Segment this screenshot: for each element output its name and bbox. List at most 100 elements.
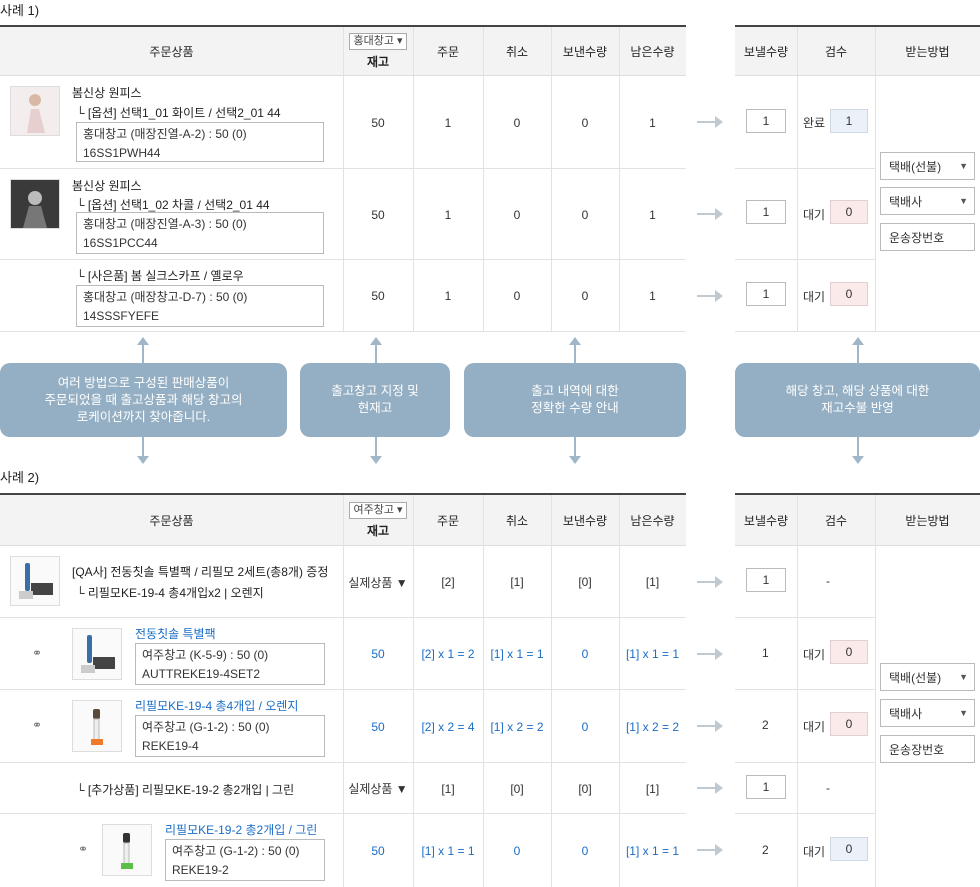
- hdr-remain: 남은수량: [630, 514, 675, 528]
- cancel-value: 0: [513, 289, 521, 303]
- product-thumbnail[interactable]: [102, 824, 152, 876]
- send-qty-input[interactable]: 1: [746, 109, 786, 133]
- location-text: 여주창고 (G-1-2) : 50 (0): [142, 720, 270, 734]
- link-icon: ⚭: [78, 842, 89, 856]
- courier-select[interactable]: 택배사 ▼: [880, 699, 975, 727]
- warehouse-select[interactable]: 여주창고 ▾: [349, 502, 407, 519]
- inspect-count[interactable]: 1: [830, 109, 868, 133]
- hdr-inspect: 검수: [824, 514, 848, 528]
- product-thumbnail[interactable]: [72, 628, 122, 680]
- hdr-order: 주문: [436, 514, 460, 528]
- sku-text: AUTTREKE19-4SET2: [142, 667, 261, 681]
- remain-value: [1]: [645, 575, 660, 589]
- inspect-status: 대기: [803, 720, 826, 734]
- link-icon: ⚭: [32, 646, 43, 660]
- t2-row: ⚭ 리필모KE-19-4 총4개입 / 오렌지 여주창고 (G-1-2) : 5…: [0, 690, 686, 763]
- order-value: 1: [444, 115, 452, 130]
- shipping-method-select[interactable]: 택배(선불) ▼: [880, 663, 975, 691]
- inspect-status: 완료: [803, 116, 826, 130]
- product-option: └ [옵션] 선택1_02 차콜 / 선택2_01 44: [76, 198, 270, 212]
- remain-value: [1] x 2 = 2: [625, 719, 680, 734]
- sku-text: 14SSSFYEFE: [83, 309, 160, 323]
- inspect-count[interactable]: 0: [830, 712, 868, 736]
- courier-value: 택배사: [889, 706, 923, 721]
- product-title: 봄신상 원피스: [72, 86, 142, 100]
- shipping-method-select[interactable]: 택배(선불) ▼: [880, 152, 975, 180]
- warehouse-select[interactable]: 홍대창고 ▾: [349, 33, 407, 50]
- location-box: 홍대창고 (매장진열-A-3) : 50 (0) 16SS1PCC44: [76, 212, 324, 254]
- caret-down-icon: ▼: [959, 161, 968, 171]
- stock-value[interactable]: 50: [343, 618, 413, 690]
- location-text: 홍대창고 (매장창고-D-7) : 50 (0): [83, 290, 248, 304]
- location-box: 여주창고 (K-5-9) : 50 (0) AUTTREKE19-4SET2: [135, 643, 325, 685]
- send-qty-input[interactable]: 1: [746, 282, 786, 306]
- t2-header-right: 보낼수량 검수 받는방법: [735, 495, 980, 546]
- t2-row: └ [추가상품] 리필모KE-19-2 총2개입 | 그린 실제상품 ▼ [1]…: [0, 763, 686, 814]
- sent-value: [0]: [578, 575, 592, 589]
- hdr-send-qty: 보낼수량: [743, 514, 789, 528]
- t1-row: 봄신상 원피스 └ [옵션] 선택1_02 차콜 / 선택2_01 44 홍대창…: [0, 169, 686, 260]
- product-title-link[interactable]: 리필모KE-19-4 총4개입 / 오렌지: [135, 697, 298, 714]
- info-box-warehouse: 출고창고 지정 및 현재고: [300, 363, 450, 437]
- hdr-inspect: 검수: [824, 45, 848, 59]
- stock-type-select[interactable]: 실제상품 ▼: [343, 763, 413, 814]
- sent-value: 0: [581, 843, 589, 858]
- inspect-count[interactable]: 0: [830, 282, 868, 306]
- remain-value: 1: [649, 115, 656, 130]
- cancel-value: 0: [513, 843, 521, 858]
- send-qty-value: 1: [762, 646, 769, 660]
- location-text: 여주창고 (K-5-9) : 50 (0): [142, 648, 269, 662]
- sku-text: 16SS1PWH44: [83, 146, 161, 160]
- product-thumbnail[interactable]: [10, 86, 60, 136]
- hdr-method: 받는방법: [905, 514, 950, 528]
- sku-text: REKE19-4: [142, 739, 199, 753]
- arrow-down-icon: [569, 456, 581, 464]
- send-qty-input[interactable]: 1: [746, 775, 786, 799]
- arrow-right-icon: [697, 576, 723, 588]
- shipping-method-value: 택배(선불): [889, 159, 942, 174]
- t2-row: ⚭ 전동칫솔 특별팩 여주창고 (K-5-9) : 50 (0) AUTTREK…: [0, 618, 686, 690]
- send-qty-input[interactable]: 1: [746, 200, 786, 224]
- product-title-link[interactable]: 리필모KE-19-2 총2개입 / 그린: [165, 821, 317, 838]
- link-icon: ⚭: [32, 718, 43, 732]
- cancel-value: [1]: [510, 575, 524, 589]
- sku-text: REKE19-2: [172, 863, 229, 877]
- inspect-count[interactable]: 0: [830, 200, 868, 224]
- hdr-cancel: 취소: [505, 45, 529, 59]
- stock-value: 50: [371, 289, 385, 303]
- section2-label: 사례 2): [0, 470, 40, 485]
- tracking-number-input[interactable]: 운송장번호: [880, 223, 975, 251]
- order-value: 1: [444, 207, 452, 222]
- inspect-count[interactable]: 0: [830, 837, 868, 861]
- hdr-stock: 재고: [366, 55, 390, 69]
- hdr-method: 받는방법: [905, 45, 950, 59]
- hdr-order: 주문: [436, 45, 460, 59]
- stock-value[interactable]: 50: [343, 690, 413, 763]
- location-box: 여주창고 (G-1-2) : 50 (0) REKE19-4: [135, 715, 325, 757]
- send-qty-input[interactable]: 1: [746, 568, 786, 592]
- remain-value: 1: [649, 289, 656, 303]
- cancel-value: 0: [513, 207, 521, 222]
- product-option: └ 리필모KE-19-4 총4개입x2 | 오렌지: [76, 586, 264, 600]
- section1-label: 사례 1): [0, 3, 40, 18]
- tracking-number-input[interactable]: 운송장번호: [880, 735, 975, 763]
- t1-row: 봄신상 원피스 └ [옵션] 선택1_01 화이트 / 선택2_01 44 홍대…: [0, 76, 686, 169]
- inspect-status: 대기: [803, 208, 826, 222]
- hdr-remain: 남은수량: [630, 45, 675, 59]
- inspect-empty: -: [826, 781, 830, 795]
- courier-select[interactable]: 택배사 ▼: [880, 187, 975, 215]
- product-thumbnail[interactable]: [10, 556, 60, 606]
- product-thumbnail[interactable]: [10, 179, 60, 229]
- caret-down-icon: ▼: [959, 708, 968, 718]
- hdr-stock: 재고: [366, 524, 390, 538]
- location-box: 홍대창고 (매장진열-A-2) : 50 (0) 16SS1PWH44: [76, 122, 324, 162]
- inspect-count[interactable]: 0: [830, 640, 868, 664]
- stock-value[interactable]: 50: [343, 814, 413, 887]
- arrow-right-icon: [697, 116, 723, 128]
- info-box-inventory: 해당 창고, 해당 상품에 대한 재고수불 반영: [735, 363, 980, 437]
- product-thumbnail[interactable]: [72, 700, 122, 752]
- product-title-link[interactable]: 전동칫솔 특별팩: [135, 625, 216, 642]
- order-value: [2] x 2 = 4: [421, 719, 475, 734]
- sent-value: 0: [581, 719, 589, 734]
- stock-type-select[interactable]: 실제상품 ▼: [343, 546, 413, 618]
